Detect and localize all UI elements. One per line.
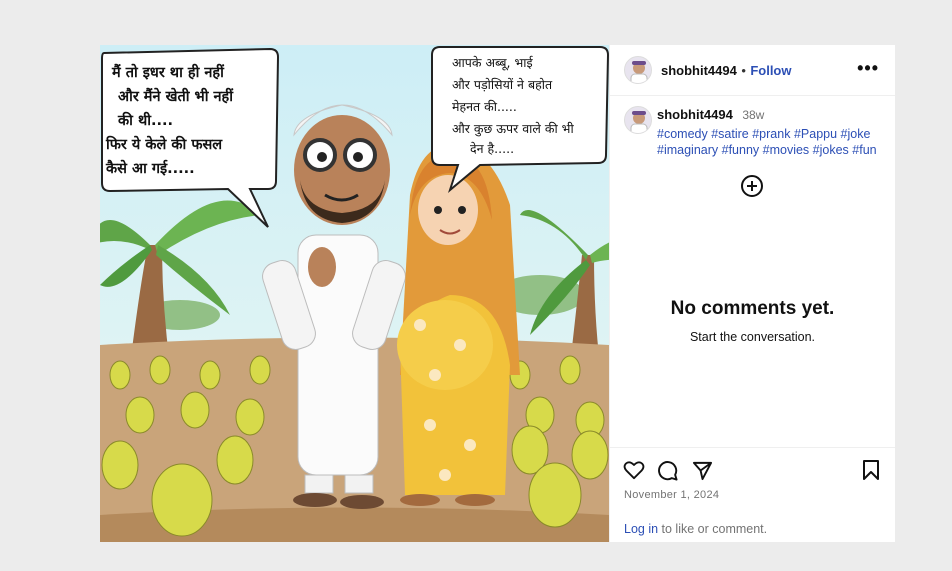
hashtag[interactable]: #joke (841, 127, 871, 141)
add-icon[interactable] (741, 175, 763, 197)
speech-left-line-1: मैं तो इधर था ही नहीं (111, 63, 225, 81)
login-text: to like or comment. (658, 522, 768, 536)
post-date[interactable]: November 1, 2024 (624, 489, 719, 501)
no-comments-title: No comments yet. (670, 298, 835, 319)
hashtag[interactable]: #fun (852, 143, 876, 157)
speech-left-line-5: कैसे आ गई..... (105, 159, 195, 177)
hashtag[interactable]: #comedy (657, 127, 708, 141)
follow-button[interactable]: Follow (750, 63, 791, 78)
no-comments-subtitle: Start the conversation. (689, 330, 816, 344)
hashtag[interactable]: #funny (722, 143, 760, 157)
post-sidebar: shobhit4494 • Follow ••• shobhit4494 38w… (609, 45, 895, 542)
speech-right-line-4: और कुछ ऊपर वाले की भी (452, 121, 574, 137)
caption-username[interactable]: shobhit4494 (657, 107, 733, 122)
caption-avatar[interactable] (624, 106, 652, 134)
header-separator: • (741, 63, 746, 78)
hashtags: #comedy #satire #prank #Pappu #joke #ima… (657, 126, 882, 158)
login-prompt: Log in to like or comment. (624, 522, 767, 536)
login-link[interactable]: Log in (624, 522, 658, 536)
avatar[interactable] (624, 56, 652, 84)
caption: shobhit4494 38w #comedy #satire #prank #… (657, 106, 882, 158)
post-time[interactable]: 38w (742, 108, 764, 122)
actions-bar: November 1, 2024 Log in to like or comme… (610, 447, 895, 543)
speech-left-line-2: और मैंने खेती भी नहीं (118, 87, 234, 105)
comment-icon[interactable] (657, 460, 678, 481)
speech-right-line-2: और पड़ोसियों ने बहोत (452, 77, 553, 92)
hashtag[interactable]: #jokes (813, 143, 849, 157)
post-header: shobhit4494 • Follow ••• (610, 45, 895, 96)
hashtag[interactable]: #imaginary (657, 143, 718, 157)
speech-left-line-4: फिर ये केले की फसल (105, 135, 223, 153)
bookmark-icon[interactable] (862, 460, 880, 480)
post-image[interactable]: मैं तो इधर था ही नहीं और मैंने खेती भी न… (100, 45, 609, 542)
hashtag[interactable]: #Pappu (794, 127, 837, 141)
speech-right-line-5: देन है..... (470, 141, 514, 156)
hashtag[interactable]: #movies (763, 143, 810, 157)
heart-icon[interactable] (623, 460, 645, 480)
hashtag[interactable]: #prank (752, 127, 790, 141)
speech-left-line-3: की थी.... (117, 111, 173, 129)
speech-right-line-3: मेहनत की..... (452, 99, 517, 114)
cartoon-illustration: मैं तो इधर था ही नहीं और मैंने खेती भी न… (100, 45, 609, 542)
post-card: मैं तो इधर था ही नहीं और मैंने खेती भी न… (100, 45, 895, 542)
hashtag[interactable]: #satire (711, 127, 749, 141)
share-icon[interactable] (692, 460, 713, 481)
more-options-icon[interactable]: ••• (857, 58, 879, 79)
speech-right-line-1: आपके अब्बू, भाई (452, 55, 534, 71)
header-username[interactable]: shobhit4494 (661, 63, 737, 78)
